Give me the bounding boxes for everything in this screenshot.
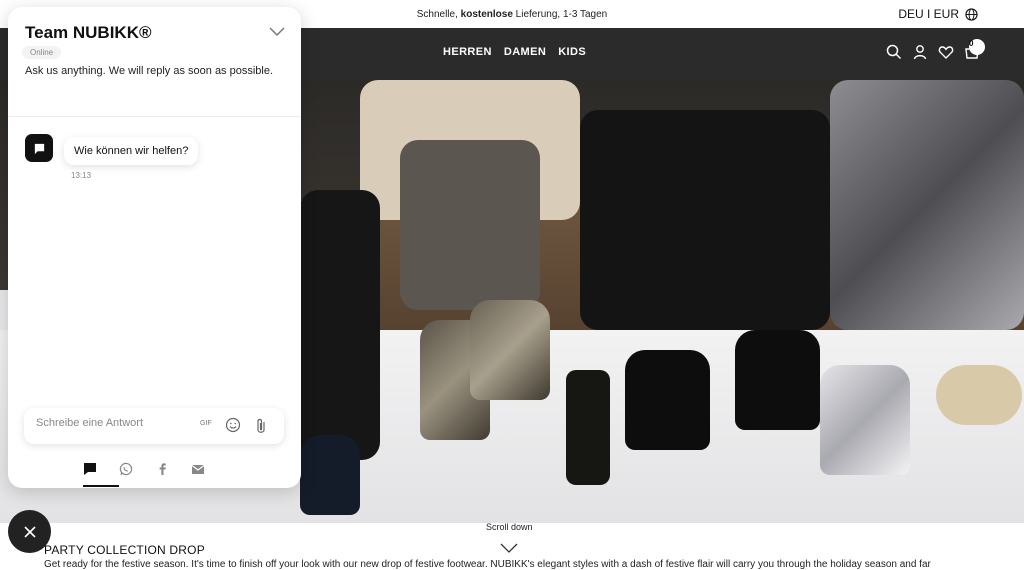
nav-icons: 0 — [886, 39, 985, 60]
locale-selector[interactable]: DEU I EUR — [898, 7, 978, 21]
section-title: PARTY COLLECTION DROP — [44, 543, 205, 557]
close-chat-button[interactable] — [8, 510, 51, 553]
chat-subtitle: Ask us anything. We will reply as soon a… — [25, 65, 274, 77]
active-tab-indicator — [83, 485, 119, 487]
nav-link-damen[interactable]: DAMEN — [504, 46, 546, 58]
message-timestamp: 13:13 — [71, 171, 92, 180]
chat-composer: GIF — [24, 408, 284, 444]
facebook-icon[interactable] — [155, 462, 169, 476]
chat-icon[interactable] — [83, 462, 97, 476]
hero-slipper — [300, 435, 360, 515]
chat-channel-tabs — [83, 462, 205, 476]
scroll-down-label[interactable]: Scroll down — [486, 522, 533, 532]
globe-icon[interactable] — [965, 7, 978, 21]
hero-black-shoe-right — [735, 330, 820, 430]
hero-figure-sequin-dress — [830, 80, 1024, 330]
nav-link-herren[interactable]: HERREN — [443, 46, 492, 58]
hero-glitter-boot-right — [470, 300, 550, 400]
hero-champagne-bottle — [566, 370, 610, 485]
announcement-text: Schnelle, kostenlose Lieferung, 1-3 Tage… — [416, 8, 608, 20]
chat-message: Wie können wir helfen? — [64, 137, 199, 165]
chat-header: Team NUBIKK® Online Ask us anything. We … — [8, 7, 301, 117]
whatsapp-icon[interactable] — [119, 462, 133, 476]
chat-title: Team NUBIKK® — [25, 23, 152, 42]
chat-widget: Team NUBIKK® Online Ask us anything. We … — [8, 7, 301, 488]
user-icon[interactable] — [912, 44, 928, 60]
attachment-icon[interactable] — [254, 417, 268, 435]
nav-link-kids[interactable]: KIDS — [558, 46, 586, 58]
chevron-down-icon[interactable] — [500, 543, 518, 553]
hero-silver-boot — [820, 365, 910, 475]
chevron-down-icon[interactable] — [269, 27, 285, 37]
online-status-badge: Online — [22, 46, 62, 59]
cart-icon[interactable]: 0 — [964, 39, 985, 60]
reply-input[interactable] — [36, 417, 186, 429]
close-icon[interactable] — [23, 525, 37, 539]
locale-label[interactable]: DEU I EUR — [898, 7, 959, 21]
hero-figure-trousers-left — [300, 190, 380, 460]
category-links: HERREN DAMEN KIDS — [443, 46, 586, 58]
emoji-icon[interactable] — [225, 417, 241, 433]
hero-figure-skirt — [400, 140, 540, 310]
section-text: Get ready for the festive season. It's t… — [44, 559, 931, 570]
heart-icon[interactable] — [938, 44, 954, 60]
gif-button[interactable]: GIF — [200, 420, 212, 427]
search-icon[interactable] — [886, 44, 902, 60]
hero-popcorn-bowl — [936, 365, 1022, 425]
chat-bubble-icon — [34, 143, 44, 154]
agent-avatar — [25, 134, 53, 162]
hero-figure-trousers — [580, 110, 830, 330]
hero-black-shoe-left — [625, 350, 710, 450]
cart-count-badge: 0 — [969, 39, 985, 55]
email-icon[interactable] — [191, 462, 205, 476]
